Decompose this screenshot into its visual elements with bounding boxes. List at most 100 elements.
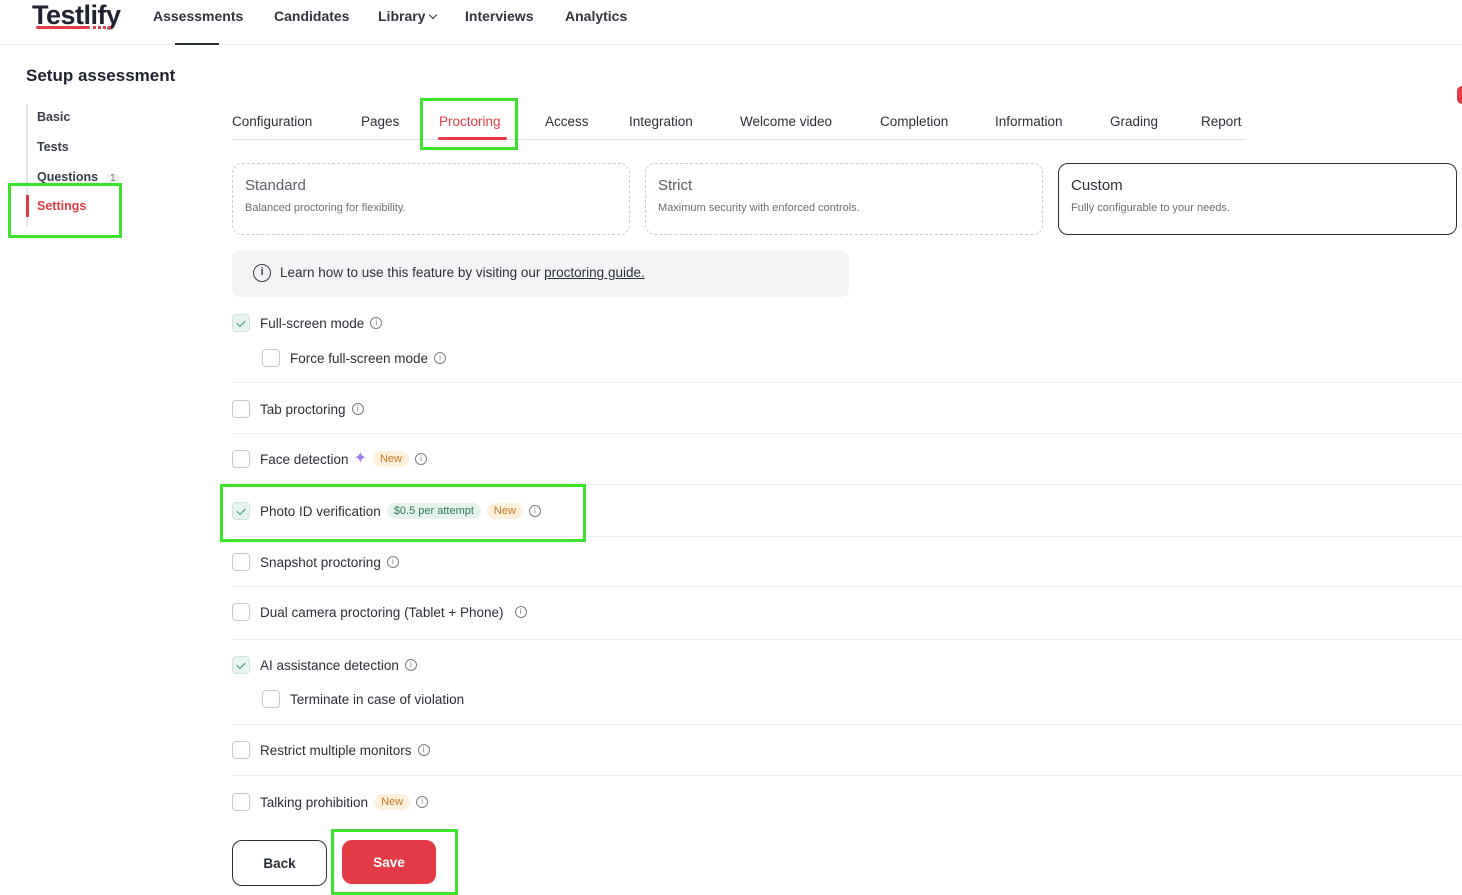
sidebar-item-basic[interactable]: Basic [37, 110, 70, 124]
tab-access[interactable]: Access [545, 114, 589, 129]
option-face-detection[interactable]: Face detection ✦ New i [232, 449, 427, 469]
sparkle-icon: ✦ [353, 450, 367, 467]
notification-dot[interactable] [1457, 86, 1462, 104]
divider [232, 382, 1462, 383]
photo-id-checkbox[interactable] [232, 502, 250, 520]
info-icon[interactable]: i [417, 744, 430, 756]
chevron-down-icon [429, 10, 438, 20]
option-force-full-screen[interactable]: Force full-screen mode i [262, 348, 447, 368]
info-message: Learn how to use this feature by visitin… [280, 265, 545, 280]
option-label: Restrict multiple monitors [260, 742, 412, 758]
save-button[interactable]: Save [342, 840, 436, 884]
option-label: Talking prohibition [260, 794, 369, 810]
sidebar-item-settings[interactable]: Settings [37, 199, 86, 213]
info-icon[interactable]: i [370, 317, 383, 329]
info-icon[interactable]: i [351, 403, 364, 415]
mode-card-description: Fully configurable to your needs. [1071, 202, 1230, 214]
tabs-divider [232, 139, 1245, 140]
full-screen-checkbox[interactable] [232, 314, 250, 332]
dual-camera-checkbox[interactable] [232, 603, 250, 621]
info-icon: i [253, 264, 271, 282]
price-badge: $0.5 per attempt [386, 503, 481, 519]
info-icon[interactable]: i [404, 659, 417, 671]
sidebar-item-label: Questions [37, 170, 99, 184]
mode-card-title: Standard [245, 177, 306, 194]
info-icon[interactable]: i [386, 556, 399, 568]
option-label: Force full-screen mode [290, 350, 429, 366]
tab-configuration[interactable]: Configuration [232, 114, 312, 129]
option-label: Tab proctoring [260, 401, 346, 417]
tab-completion[interactable]: Completion [880, 114, 948, 129]
option-label: Dual camera proctoring (Tablet + Phone) [260, 604, 504, 620]
divider [232, 433, 1462, 434]
new-badge: New [486, 503, 523, 519]
tab-welcome-video[interactable]: Welcome video [740, 114, 832, 129]
back-button[interactable]: Back [232, 840, 327, 886]
talking-checkbox[interactable] [232, 793, 250, 811]
option-label: Terminate in case of violation [290, 691, 465, 707]
sidebar-item-questions[interactable]: Questions 1 [37, 170, 120, 184]
mode-card-standard[interactable]: Standard Balanced proctoring for flexibi… [232, 163, 630, 235]
info-icon[interactable]: i [414, 453, 427, 465]
info-icon[interactable]: i [514, 606, 527, 618]
logo-dots [93, 26, 111, 29]
sidebar-item-tests[interactable]: Tests [37, 140, 69, 154]
tab-information[interactable]: Information [995, 114, 1063, 129]
option-label: Photo ID verification [260, 503, 381, 519]
option-talking-prohibition[interactable]: Talking prohibition New i [232, 792, 429, 812]
info-icon[interactable]: i [416, 796, 429, 808]
face-detection-checkbox[interactable] [232, 450, 250, 468]
terminate-checkbox[interactable] [262, 690, 280, 708]
tab-integration[interactable]: Integration [629, 114, 693, 129]
questions-count-badge: 1 [106, 173, 120, 184]
nav-assessments[interactable]: Assessments [153, 8, 243, 24]
logo-underline [36, 26, 90, 29]
ai-assistance-checkbox[interactable] [232, 656, 250, 674]
force-full-screen-checkbox[interactable] [262, 349, 280, 367]
nav-library-label: Library [378, 8, 426, 24]
info-icon[interactable]: i [434, 352, 447, 364]
nav-active-indicator [175, 43, 219, 45]
option-ai-assistance-detection[interactable]: AI assistance detection i [232, 655, 417, 675]
top-navigation: Testlify Assessments Candidates Library … [0, 0, 1462, 45]
divider [232, 586, 1462, 587]
divider [232, 724, 1462, 725]
option-label: Face detection [260, 451, 349, 467]
nav-library[interactable]: Library [378, 8, 438, 24]
nav-candidates[interactable]: Candidates [274, 8, 349, 24]
divider [232, 484, 1462, 485]
mode-card-description: Balanced proctoring for flexibility. [245, 202, 406, 214]
option-label: Snapshot proctoring [260, 554, 381, 570]
tab-grading[interactable]: Grading [1110, 114, 1158, 129]
info-banner: i Learn how to use this feature by visit… [232, 250, 849, 297]
nav-interviews[interactable]: Interviews [465, 8, 533, 24]
proctoring-guide-link[interactable]: proctoring guide. [544, 265, 645, 280]
option-terminate-on-violation[interactable]: Terminate in case of violation [262, 689, 464, 709]
option-photo-id-verification[interactable]: Photo ID verification $0.5 per attempt N… [232, 501, 541, 521]
divider [232, 536, 1462, 537]
option-full-screen-mode[interactable]: Full-screen mode i [232, 313, 383, 333]
option-snapshot-proctoring[interactable]: Snapshot proctoring i [232, 552, 399, 572]
option-dual-camera-proctoring[interactable]: Dual camera proctoring (Tablet + Phone) … [232, 602, 527, 622]
mode-card-custom[interactable]: Custom Fully configurable to your needs. [1058, 163, 1457, 235]
info-text: Learn how to use this feature by visitin… [280, 265, 645, 280]
info-icon[interactable]: i [528, 505, 541, 517]
mode-card-description: Maximum security with enforced controls. [658, 202, 860, 214]
mode-card-strict[interactable]: Strict Maximum security with enforced co… [645, 163, 1043, 235]
new-badge: New [374, 794, 411, 810]
tab-report[interactable]: Report [1201, 114, 1242, 129]
tab-proctoring[interactable]: Proctoring [439, 114, 501, 129]
divider [232, 775, 1462, 776]
snapshot-checkbox[interactable] [232, 553, 250, 571]
mode-card-title: Strict [658, 177, 693, 194]
tab-pages[interactable]: Pages [361, 114, 399, 129]
monitors-checkbox[interactable] [232, 741, 250, 759]
page-title: Setup assessment [26, 66, 176, 85]
option-label: AI assistance detection [260, 657, 399, 673]
tab-active-indicator [438, 137, 507, 140]
option-tab-proctoring[interactable]: Tab proctoring i [232, 399, 364, 419]
tab-proctoring-checkbox[interactable] [232, 400, 250, 418]
sidebar-active-indicator [26, 195, 29, 217]
option-restrict-multiple-monitors[interactable]: Restrict multiple monitors i [232, 740, 430, 760]
nav-analytics[interactable]: Analytics [565, 8, 627, 24]
